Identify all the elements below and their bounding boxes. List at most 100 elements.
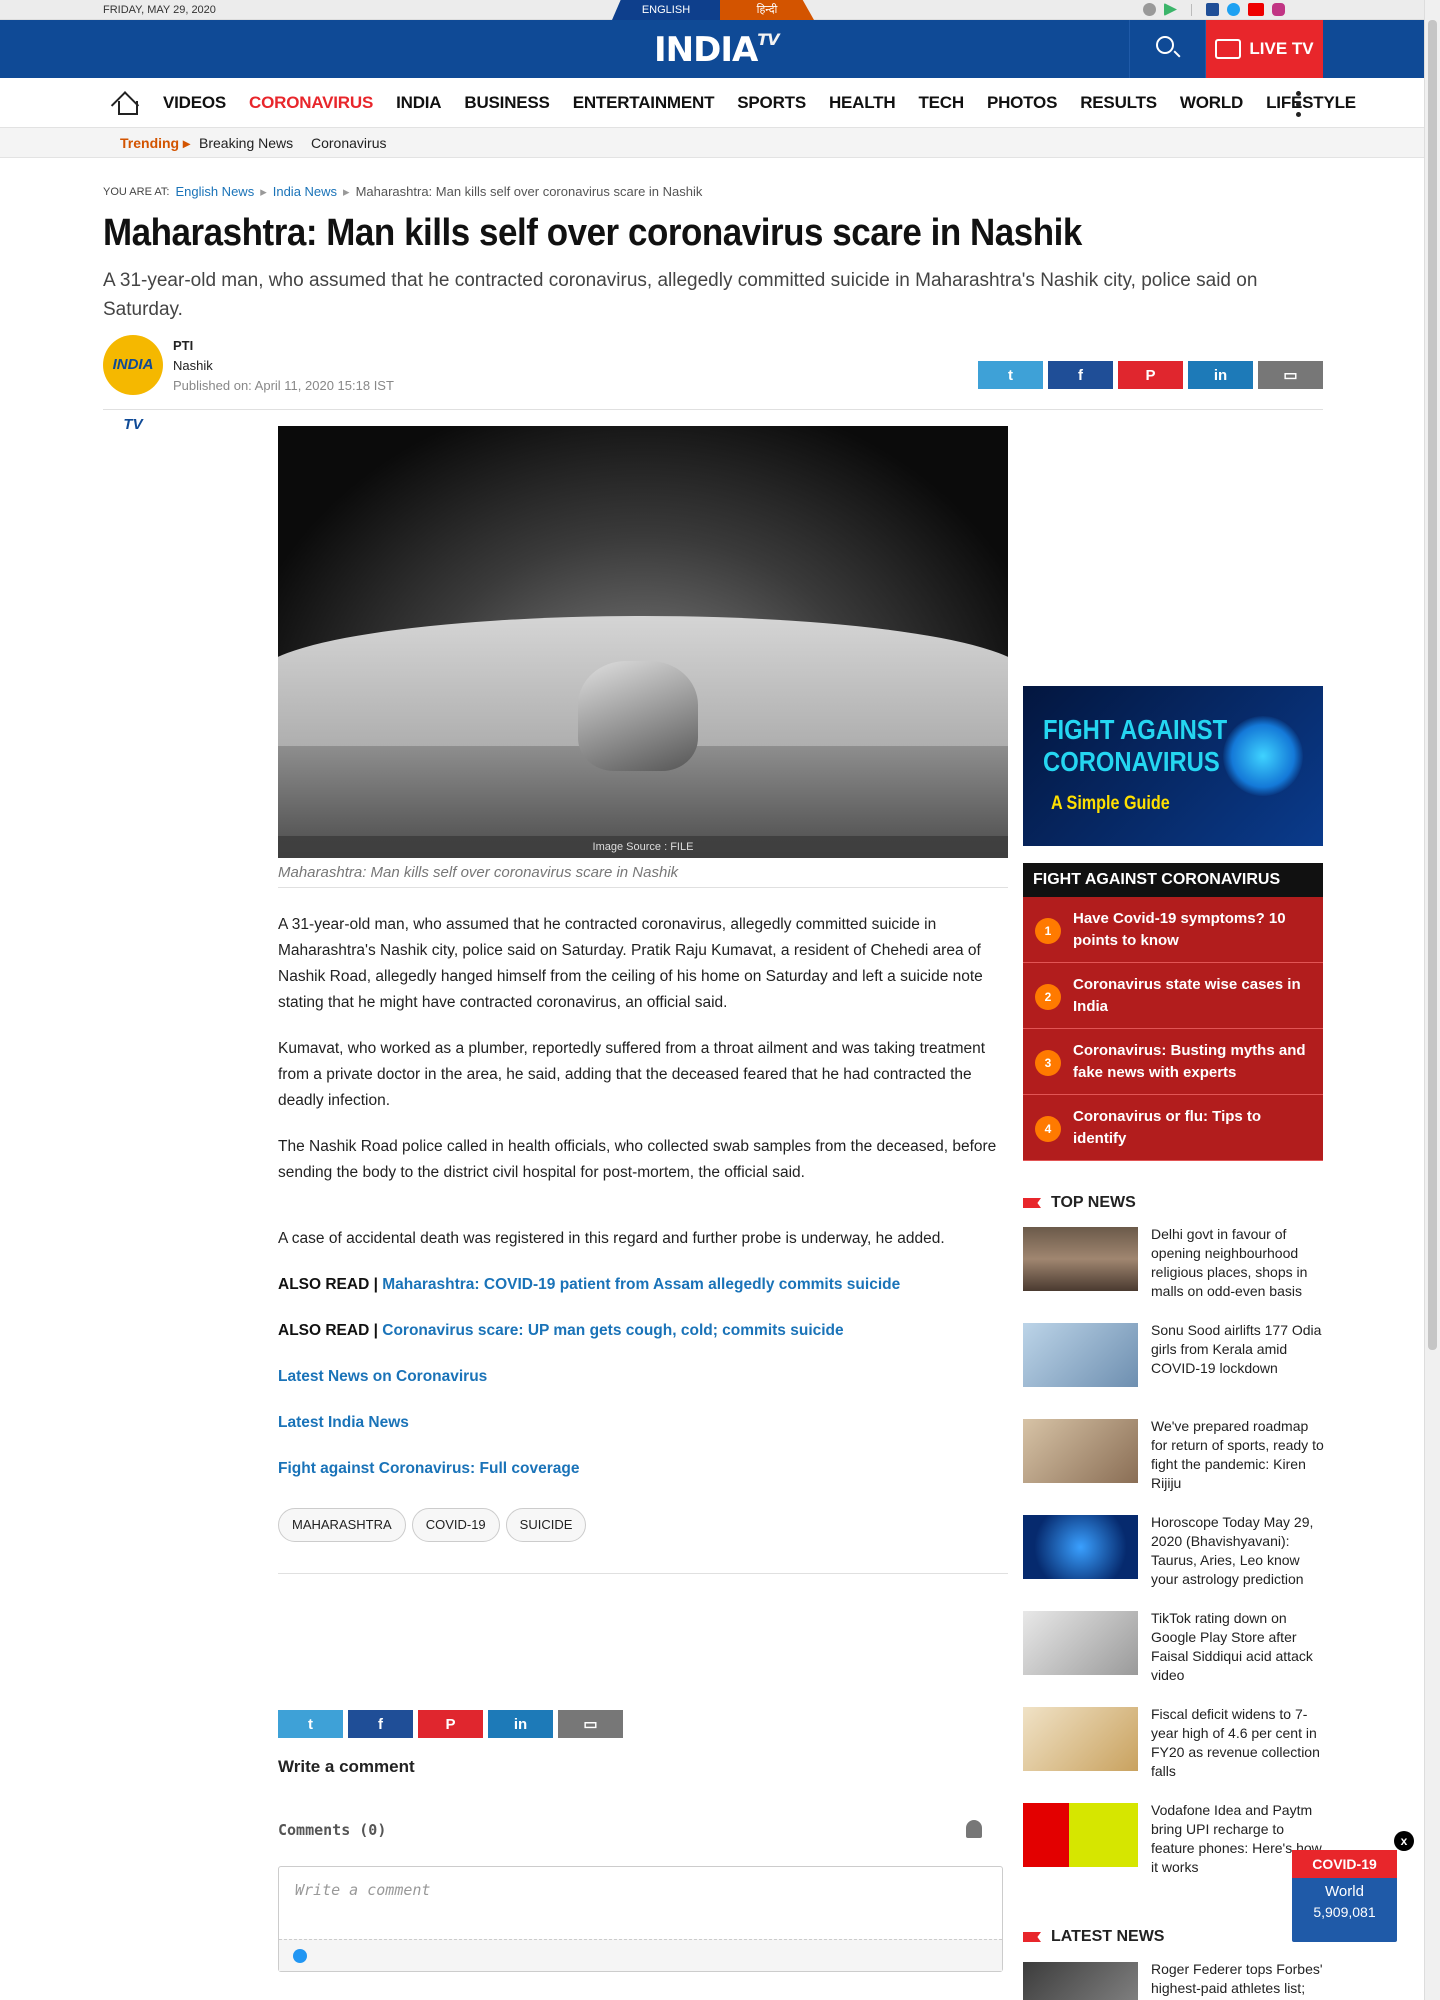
also-read-link[interactable]: Coronavirus scare: UP man gets cough, co… [382,1322,843,1339]
nav-item-sports[interactable]: SPORTS [737,93,806,113]
facebook-icon[interactable] [1206,3,1219,16]
nav-item-health[interactable]: HEALTH [829,93,896,113]
nav-item-lifestyle[interactable]: LIFESTYLE [1266,93,1356,113]
share-comment-icon[interactable]: ▭ [558,1710,623,1738]
flag-icon [1023,1932,1041,1942]
covid-widget-region: World [1325,1883,1364,1900]
social-icons [1143,3,1285,16]
news-title: Sonu Sood airlifts 177 Odia girls from K… [1151,1322,1322,1376]
scrollbar[interactable] [1424,0,1440,2000]
site-header: INDIATV LIVE TV [0,20,1424,78]
news-title: Horoscope Today May 29, 2020 (Bhavishyav… [1151,1514,1314,1587]
lang-english-tab[interactable]: ENGLISH [612,0,720,20]
news-thumbnail [1023,1227,1138,1291]
latest-india-link[interactable]: Latest India News [278,1410,1013,1436]
fac-item[interactable]: 1 Have Covid-19 symptoms? 10 points to kn… [1023,897,1323,963]
fight-coronavirus-banner[interactable]: FIGHT AGAINST CORONAVIRUS A Simple Guide [1023,686,1323,846]
news-thumbnail [1023,1323,1138,1387]
comment-input[interactable]: Write a comment [278,1866,1003,1972]
news-item[interactable]: Delhi govt in favour of opening neighbou… [1023,1226,1323,1323]
tag-maharashtra[interactable]: MAHARASHTRA [278,1508,406,1542]
search-button[interactable] [1129,20,1206,78]
author-location: Nashik [173,358,213,373]
nav-item-results[interactable]: RESULTS [1080,93,1157,113]
news-item[interactable]: Roger Federer tops Forbes' highest-paid … [1023,1961,1323,2000]
fac-item[interactable]: 4 Coronavirus or flu: Tips to identify [1023,1095,1323,1161]
live-tv-button[interactable]: LIVE TV [1206,20,1323,78]
nav-item-entertainment[interactable]: ENTERTAINMENT [573,93,715,113]
logo-text: INDIA [654,30,758,70]
paragraph: The Nashik Road police called in health … [278,1138,997,1181]
logo-tv-text: TV [757,30,779,49]
divider [278,1573,1008,1574]
news-item[interactable]: TikTok rating down on Google Play Store … [1023,1610,1323,1707]
share-twitter-icon[interactable]: t [278,1710,343,1738]
fac-item[interactable]: 3 Coronavirus: Busting myths and fake new… [1023,1029,1323,1095]
share-pinterest-icon[interactable]: P [1118,361,1183,389]
bell-icon[interactable] [966,1820,982,1838]
lang-hindi-tab[interactable]: हिन्दी [720,0,814,20]
news-thumbnail [1023,1419,1138,1483]
also-read-link[interactable]: Maharashtra: COVID-19 patient from Assam… [382,1276,900,1293]
tag-suicide[interactable]: SUICIDE [505,1508,587,1542]
youtube-icon[interactable] [1248,3,1264,16]
nav-item-photos[interactable]: PHOTOS [987,93,1057,113]
nav-item-world[interactable]: WORLD [1180,93,1243,113]
user-dot-icon [293,1949,307,1963]
flag-icon [1023,1198,1041,1208]
share-facebook-icon[interactable]: f [1048,361,1113,389]
news-item[interactable]: Sonu Sood airlifts 177 Odia girls from K… [1023,1322,1323,1419]
tag-covid-19[interactable]: COVID-19 [411,1508,500,1542]
fac-number: 4 [1035,1116,1061,1142]
nav-item-videos[interactable]: VIDEOS [163,93,226,113]
more-menu-icon[interactable] [1296,91,1302,117]
news-thumbnail [1023,1515,1138,1579]
breadcrumb-separator: ▸ [343,184,350,199]
article-summary: A 31-year-old man, who assumed that he c… [103,270,1258,320]
share-twitter-icon[interactable]: t [978,361,1043,389]
nav-item-india[interactable]: INDIA [396,93,441,113]
share-bar-top: t f P in ▭ [978,361,1323,389]
breadcrumb-india-news[interactable]: India News [273,184,337,200]
paragraph: A case of accidental death was registere… [278,1230,945,1247]
close-icon[interactable]: x [1394,1831,1414,1851]
author-avatar: INDIA TV [103,335,163,433]
fac-text: Coronavirus: Busting myths and fake news… [1073,1042,1306,1081]
trending-item-breaking-news[interactable]: Breaking News [199,135,293,151]
share-facebook-icon[interactable]: f [348,1710,413,1738]
trending-item-coronavirus[interactable]: Coronavirus [311,135,386,151]
instagram-icon[interactable] [1272,3,1285,16]
breadcrumb-english-news[interactable]: English News [175,184,254,200]
article-title: Maharashtra: Man kills self over coronav… [103,212,1082,254]
tag-list: MAHARASHTRA COVID-19 SUICIDE [278,1508,587,1542]
also-read-2: ALSO READ | Coronavirus scare: UP man ge… [278,1318,1013,1344]
nav-item-business[interactable]: BUSINESS [464,93,550,113]
scrollbar-thumb[interactable] [1428,20,1437,1350]
comments-count: Comments (0) [278,1821,387,1839]
news-item[interactable]: We've prepared roadmap for return of spo… [1023,1418,1324,1515]
breadcrumb-prefix: YOU ARE AT: [103,186,170,198]
news-item[interactable]: Fiscal deficit widens to 7-year high of … [1023,1706,1323,1803]
full-coverage-link[interactable]: Fight against Coronavirus: Full coverage [278,1456,1013,1482]
share-comment-icon[interactable]: ▭ [1258,361,1323,389]
share-linkedin-icon[interactable]: in [1188,361,1253,389]
covid-widget[interactable]: COVID-19 World 5,909,081 [1292,1850,1397,1942]
news-item[interactable]: Vodafone Idea and Paytm bring UPI rechar… [1023,1802,1323,1899]
fight-coronavirus-list: FIGHT AGAINST CORONAVIRUS 1 Have Covid-19… [1023,863,1323,1161]
latest-coronavirus-link[interactable]: Latest News on Coronavirus [278,1364,1013,1390]
share-linkedin-icon[interactable]: in [488,1710,553,1738]
fac-item[interactable]: 2 Coronavirus state wise cases in India [1023,963,1323,1029]
article-body: A 31-year-old man, who assumed that he c… [278,912,1013,1502]
apple-icon[interactable] [1143,3,1156,16]
paragraph: Kumavat, who worked as a plumber, report… [278,1040,986,1109]
breadcrumb: YOU ARE AT: English News ▸ India News ▸ … [103,184,702,200]
top-news-list: Delhi govt in favour of opening neighbou… [1023,1226,1324,1899]
site-logo[interactable]: INDIATV [654,30,780,70]
share-pinterest-icon[interactable]: P [418,1710,483,1738]
nav-item-coronavirus[interactable]: CORONAVIRUS [249,93,373,113]
play-store-icon[interactable] [1164,3,1177,16]
twitter-icon[interactable] [1227,3,1240,16]
home-icon[interactable] [113,91,139,115]
news-item[interactable]: Horoscope Today May 29, 2020 (Bhavishyav… [1023,1514,1323,1611]
nav-item-tech[interactable]: TECH [918,93,964,113]
